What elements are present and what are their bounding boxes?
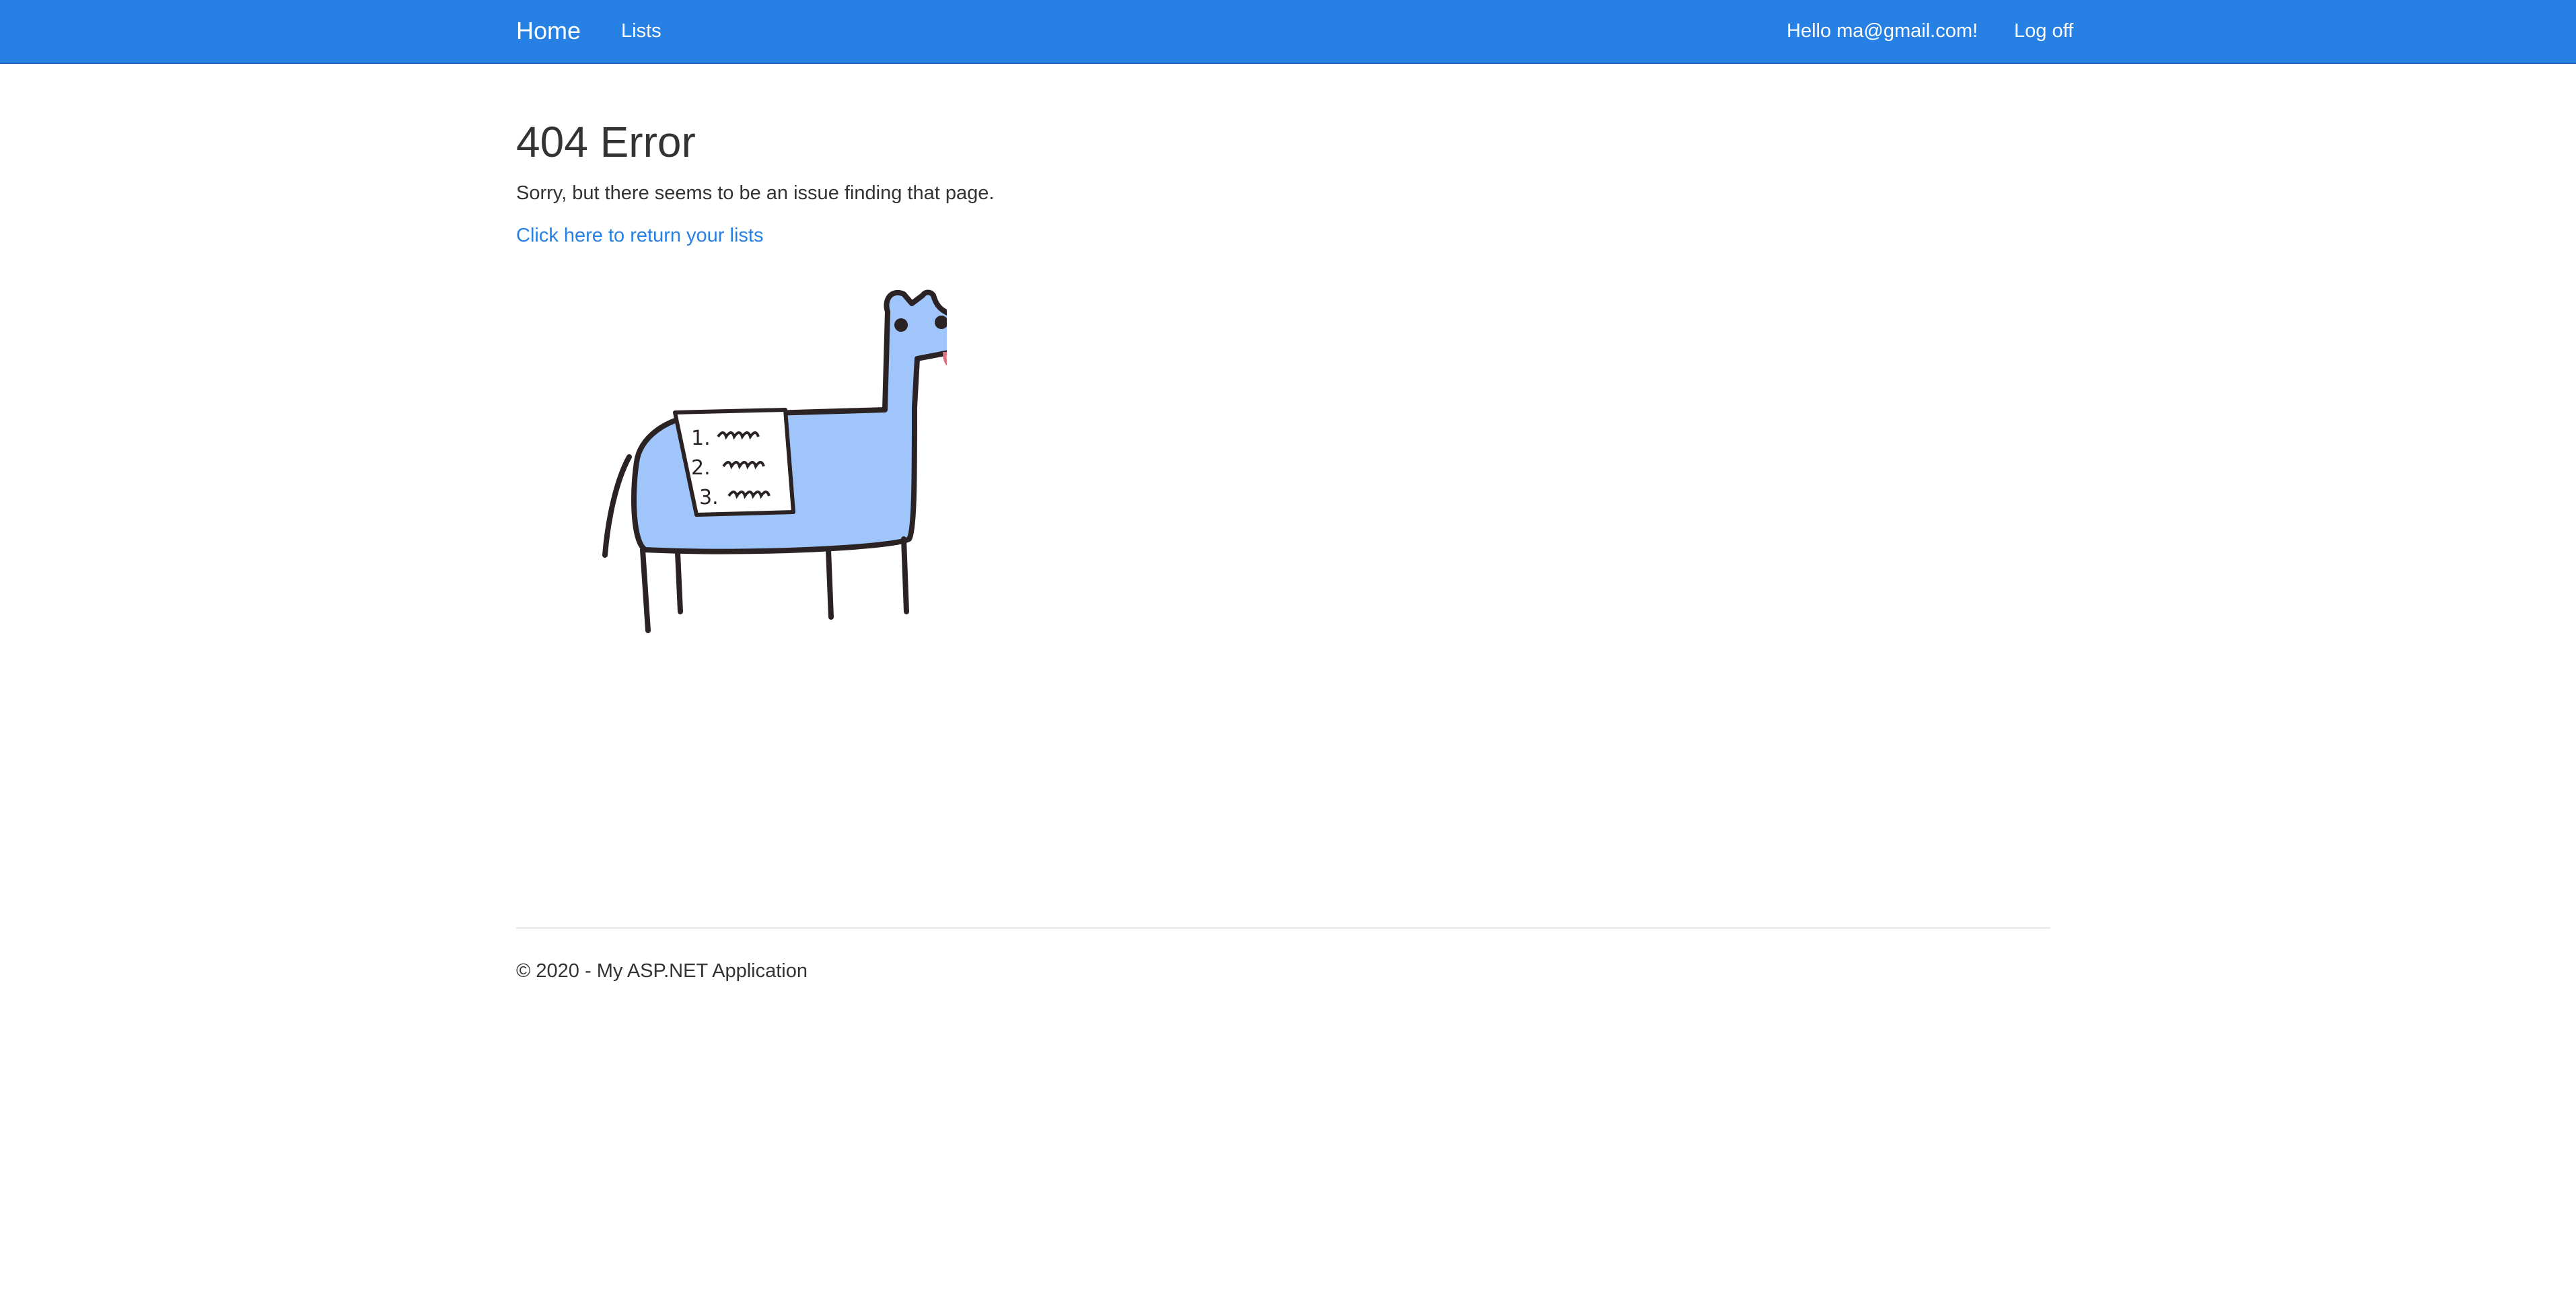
footer-copyright: © 2020 - My ASP.NET Application [516,960,808,982]
list-item-number-2: 2. [691,456,711,480]
user-greeting-link[interactable]: Hello ma@gmail.com! [1787,19,1978,43]
footer-divider [516,927,2050,929]
llama-eye-left [894,318,908,332]
llama-leg [901,536,909,614]
list-item-number-1: 1. [691,427,711,450]
list-item-number-3: 3. [699,486,719,509]
llama-leg [640,547,651,633]
llama-tongue [942,352,947,366]
error-message: Sorry, but there seems to be an issue fi… [516,182,995,204]
home-link[interactable]: Home [516,16,581,46]
log-off-link[interactable]: Log off [2014,19,2073,43]
llama-leg [826,547,834,620]
page-title: 404 Error [516,118,696,166]
nav-item-lists[interactable]: Lists [621,19,661,43]
return-to-lists-link[interactable]: Click here to return your lists [516,223,763,248]
llama-with-list-illustration-icon: 1. 2. 3. [602,289,947,633]
llama-tail [602,454,632,558]
top-navbar: Home Lists Hello ma@gmail.com! Log off [0,0,2576,64]
llama-leg [675,550,683,614]
